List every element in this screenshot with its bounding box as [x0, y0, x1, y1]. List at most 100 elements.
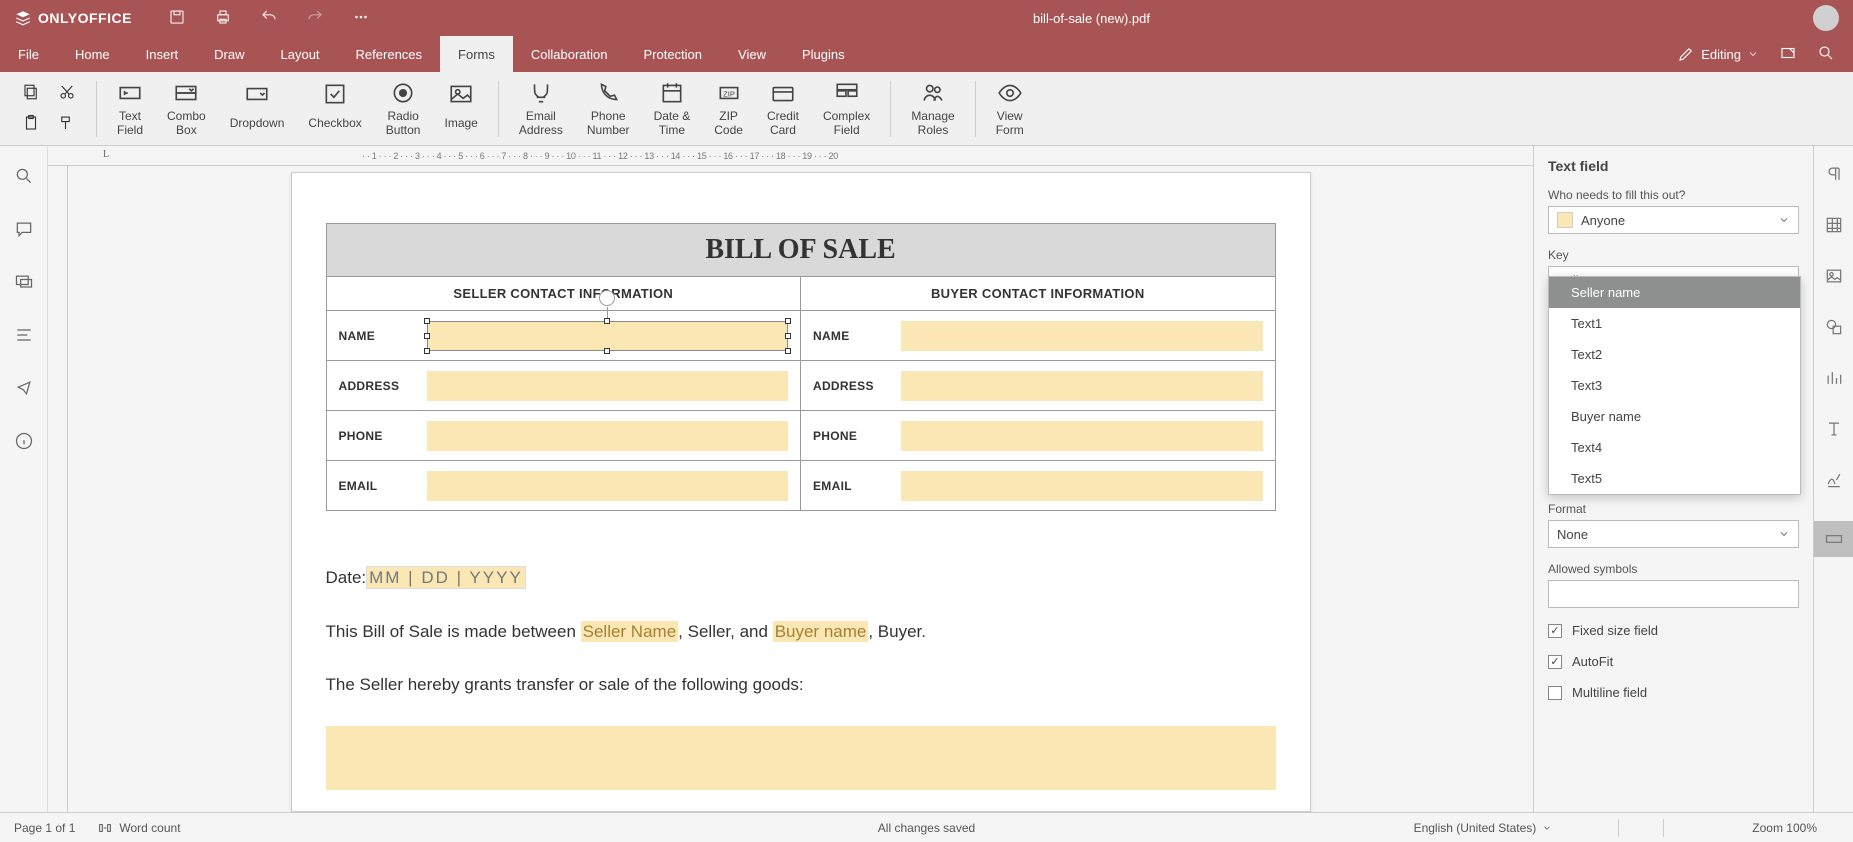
more-icon[interactable]	[352, 8, 370, 29]
buyer-phone-field[interactable]	[901, 421, 1263, 451]
textart-settings-icon[interactable]	[1824, 419, 1844, 442]
form-settings-icon[interactable]	[1814, 521, 1853, 557]
key-dropdown-list: Seller name Text1 Text2 Text3 Buyer name…	[1548, 276, 1801, 495]
document-page: BILL OF SALE SELLER CONTACT INFORMATION …	[291, 172, 1311, 812]
menu-plugins[interactable]: Plugins	[784, 36, 863, 72]
ribbon-combo-box[interactable]: ComboBox	[155, 80, 218, 136]
word-count-icon	[97, 820, 113, 836]
find-icon[interactable]	[14, 166, 34, 189]
seller-phone-field[interactable]	[427, 421, 789, 451]
menu-view[interactable]: View	[720, 36, 784, 72]
autofit-checkbox[interactable]: AutoFit	[1548, 653, 1799, 670]
zoom-level[interactable]: Zoom 100%	[1752, 821, 1817, 835]
goods-description-field[interactable]	[326, 726, 1276, 790]
ribbon-toolbar: TextField ComboBox Dropdown Checkbox Rad…	[0, 72, 1853, 146]
ribbon-view-form[interactable]: ViewForm	[984, 80, 1036, 136]
allowed-symbols-input[interactable]	[1548, 580, 1799, 608]
key-option[interactable]: Seller name	[1549, 277, 1800, 308]
save-icon[interactable]	[168, 8, 186, 29]
menu-layout[interactable]: Layout	[263, 36, 338, 72]
rotate-handle-icon[interactable]	[599, 290, 615, 306]
menu-file[interactable]: File	[0, 36, 57, 72]
chart-settings-icon[interactable]	[1824, 368, 1844, 391]
fixed-size-checkbox[interactable]: Fixed size field	[1548, 622, 1799, 639]
ribbon-email[interactable]: EmailAddress	[507, 80, 575, 136]
menu-draw[interactable]: Draw	[196, 36, 262, 72]
shape-settings-icon[interactable]	[1824, 317, 1844, 340]
table-settings-icon[interactable]	[1824, 215, 1844, 238]
app-logo: ONLYOFFICE	[14, 9, 132, 27]
ribbon-dropdown[interactable]: Dropdown	[218, 81, 297, 137]
copy-icon[interactable]	[22, 83, 40, 104]
who-select[interactable]: Anyone	[1548, 206, 1799, 234]
buyer-address-field[interactable]	[901, 371, 1263, 401]
buyer-email-field[interactable]	[901, 471, 1263, 501]
search-icon[interactable]	[1817, 44, 1835, 65]
menu-collaboration[interactable]: Collaboration	[513, 36, 626, 72]
menu-home[interactable]: Home	[57, 36, 128, 72]
save-status: All changes saved	[878, 821, 975, 835]
menu-bar: File Home Insert Draw Layout References …	[0, 36, 1853, 72]
user-avatar[interactable]	[1813, 5, 1839, 31]
key-option[interactable]: Text2	[1549, 339, 1800, 370]
vertical-ruler[interactable]	[48, 166, 68, 812]
key-option[interactable]: Text5	[1549, 463, 1800, 494]
key-option[interactable]: Text3	[1549, 370, 1800, 401]
signature-settings-icon[interactable]	[1824, 470, 1844, 493]
cut-icon[interactable]	[58, 83, 76, 104]
comments-icon[interactable]	[14, 219, 34, 242]
redo-icon[interactable]	[306, 8, 324, 29]
checkbox-icon	[1548, 655, 1562, 669]
buyer-name-field[interactable]	[901, 321, 1263, 351]
language-select[interactable]: English (United States)	[1414, 821, 1553, 835]
about-icon[interactable]	[14, 431, 34, 454]
buyer-section-head: BUYER CONTACT INFORMATION	[801, 277, 1275, 311]
horizontal-ruler[interactable]: · · 1 · · · 2 · · · 3 · · · 4 · · · 5 · …	[48, 146, 1533, 166]
multiline-checkbox[interactable]: Multiline field	[1548, 684, 1799, 701]
menu-references[interactable]: References	[338, 36, 440, 72]
ribbon-date-time[interactable]: Date &Time	[642, 80, 703, 136]
inline-buyer-name[interactable]: Buyer name	[773, 621, 869, 642]
chat-icon[interactable]	[14, 272, 34, 295]
page-indicator[interactable]: Page 1 of 1	[14, 821, 75, 835]
svg-text:ZIP: ZIP	[723, 90, 735, 99]
chevron-down-icon	[1747, 48, 1759, 60]
headings-icon[interactable]	[14, 325, 34, 348]
undo-icon[interactable]	[260, 8, 278, 29]
format-painter-icon[interactable]	[58, 114, 76, 135]
menu-forms[interactable]: Forms	[440, 36, 513, 72]
seller-address-field[interactable]	[427, 371, 789, 401]
ribbon-credit-card[interactable]: CreditCard	[755, 80, 811, 136]
title-bar: ONLYOFFICE bill-of-sale (new).pdf	[0, 0, 1853, 36]
ribbon-phone[interactable]: PhoneNumber	[575, 80, 642, 136]
ribbon-image[interactable]: Image	[432, 81, 489, 137]
open-location-icon[interactable]	[1779, 44, 1797, 65]
chevron-down-icon	[1778, 528, 1790, 540]
ribbon-manage-roles[interactable]: ManageRoles	[899, 80, 966, 136]
seller-name-field[interactable]	[427, 321, 789, 351]
menu-insert[interactable]: Insert	[128, 36, 197, 72]
word-count-button[interactable]: Word count	[97, 820, 180, 836]
key-option[interactable]: Text4	[1549, 432, 1800, 463]
editing-mode-button[interactable]: Editing	[1677, 45, 1759, 63]
date-field[interactable]: MM | DD | YYYY	[366, 566, 526, 589]
print-icon[interactable]	[214, 8, 232, 29]
format-select[interactable]: None	[1548, 520, 1799, 548]
ribbon-checkbox[interactable]: Checkbox	[296, 81, 373, 137]
allowed-symbols-label: Allowed symbols	[1548, 562, 1799, 576]
seller-email-field[interactable]	[427, 471, 789, 501]
ribbon-radio-button[interactable]: RadioButton	[374, 80, 433, 136]
ribbon-complex-field[interactable]: ComplexField	[811, 80, 882, 136]
paragraph-settings-icon[interactable]	[1824, 164, 1844, 187]
image-settings-icon[interactable]	[1824, 266, 1844, 289]
checkbox-icon	[1548, 624, 1562, 638]
menu-protection[interactable]: Protection	[625, 36, 720, 72]
key-option[interactable]: Buyer name	[1549, 401, 1800, 432]
ribbon-text-field[interactable]: TextField	[105, 80, 155, 136]
key-option[interactable]: Text1	[1549, 308, 1800, 339]
paste-icon[interactable]	[22, 114, 40, 135]
ribbon-zip[interactable]: ZIPZIPCode	[702, 80, 755, 136]
logo-icon	[14, 9, 32, 27]
feedback-icon[interactable]	[14, 378, 34, 401]
inline-seller-name[interactable]: Seller Name	[581, 621, 679, 642]
